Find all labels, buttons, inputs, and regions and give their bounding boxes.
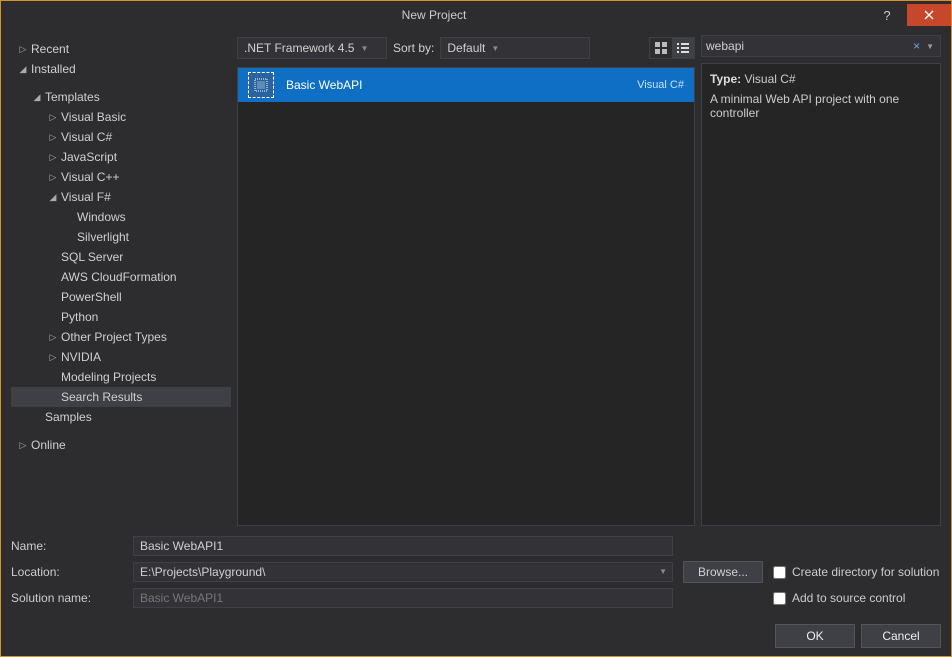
tree-label: Modeling Projects	[59, 370, 156, 384]
create-directory-label: Create directory for solution	[792, 565, 939, 579]
chevron-right-icon: ▷	[47, 332, 59, 343]
search-input[interactable]	[706, 39, 909, 53]
view-grid-button[interactable]	[650, 38, 672, 58]
template-icon	[248, 72, 274, 98]
tree-node-javascript[interactable]: ▷JavaScript	[11, 147, 231, 167]
chevron-right-icon: ▷	[17, 440, 29, 451]
tree-label: SQL Server	[59, 250, 123, 264]
cancel-button[interactable]: Cancel	[861, 624, 941, 648]
category-tree: ▷Recent ◢Installed ◢Templates ▷Visual Ba…	[11, 35, 231, 526]
tree-label: Python	[59, 310, 98, 324]
create-directory-checkbox[interactable]: Create directory for solution	[773, 565, 939, 579]
tree-node-samples[interactable]: Samples	[11, 407, 231, 427]
tree-label: Visual F#	[59, 190, 111, 204]
chevron-right-icon: ▷	[17, 44, 29, 55]
tree-node-silverlight[interactable]: Silverlight	[11, 227, 231, 247]
window-title: New Project	[1, 8, 867, 22]
titlebar: New Project ?	[1, 1, 951, 29]
tree-node-python[interactable]: Python	[11, 307, 231, 327]
chevron-right-icon: ▷	[47, 172, 59, 183]
dialog-footer: OK Cancel	[11, 612, 941, 648]
chevron-down-icon: ◢	[47, 192, 59, 203]
tree-node-other-project-types[interactable]: ▷Other Project Types	[11, 327, 231, 347]
chevron-right-icon: ▷	[47, 352, 59, 363]
solution-name-label: Solution name:	[11, 591, 133, 605]
template-item-basic-webapi[interactable]: Basic WebAPI Visual C#	[238, 68, 694, 102]
tree-node-modeling-projects[interactable]: Modeling Projects	[11, 367, 231, 387]
chevron-down-icon: ◢	[17, 64, 29, 75]
chevron-right-icon: ▷	[47, 152, 59, 163]
tree-label: Online	[29, 438, 66, 452]
new-project-dialog: New Project ? ▷Recent ◢Installed ◢Templa…	[0, 0, 952, 657]
tree-node-visual-fsharp[interactable]: ◢Visual F#	[11, 187, 231, 207]
ok-button[interactable]: OK	[775, 624, 855, 648]
template-details: Type: Visual C# A minimal Web API projec…	[701, 63, 941, 526]
project-form: Name: Location: ▼ Browse... Create direc…	[11, 526, 941, 648]
tree-node-windows[interactable]: Windows	[11, 207, 231, 227]
template-list[interactable]: Basic WebAPI Visual C#	[237, 67, 695, 526]
clear-search-button[interactable]: ×	[909, 39, 924, 53]
chevron-right-icon: ▷	[47, 112, 59, 123]
browse-button[interactable]: Browse...	[683, 561, 763, 583]
sortby-label: Sort by:	[393, 41, 434, 55]
tree-node-templates[interactable]: ◢Templates	[11, 87, 231, 107]
tree-label: Visual C++	[59, 170, 119, 184]
tree-label: Recent	[29, 42, 69, 56]
tree-node-visual-csharp[interactable]: ▷Visual C#	[11, 127, 231, 147]
source-control-label: Add to source control	[792, 591, 905, 605]
view-list-button[interactable]	[672, 38, 694, 58]
tree-label: NVIDIA	[59, 350, 101, 364]
tree-node-powershell[interactable]: PowerShell	[11, 287, 231, 307]
tree-node-aws-cloudformation[interactable]: AWS CloudFormation	[11, 267, 231, 287]
tree-node-nvidia[interactable]: ▷NVIDIA	[11, 347, 231, 367]
tree-node-visual-basic[interactable]: ▷Visual Basic	[11, 107, 231, 127]
chevron-down-icon: ▼	[491, 44, 499, 53]
tree-label: Search Results	[59, 390, 142, 404]
tree-label: Other Project Types	[59, 330, 167, 344]
tree-label: AWS CloudFormation	[59, 270, 177, 284]
template-panel: .NET Framework 4.5 ▼ Sort by: Default ▼	[237, 35, 695, 526]
template-toolbar: .NET Framework 4.5 ▼ Sort by: Default ▼	[237, 35, 695, 61]
chevron-down-icon: ▼	[360, 44, 368, 53]
source-control-checkbox[interactable]: Add to source control	[773, 591, 905, 605]
tree-label: Installed	[29, 62, 76, 76]
framework-value: .NET Framework 4.5	[244, 41, 354, 55]
tree-node-search-results[interactable]: Search Results	[11, 387, 231, 407]
details-panel: × ▼ Type: Visual C# A minimal Web API pr…	[701, 35, 941, 526]
tree-label: PowerShell	[59, 290, 122, 304]
name-input[interactable]	[133, 536, 673, 556]
framework-dropdown[interactable]: .NET Framework 4.5 ▼	[237, 37, 387, 59]
tree-label: Templates	[43, 90, 100, 104]
tree-node-installed[interactable]: ◢Installed	[11, 59, 231, 79]
template-name: Basic WebAPI	[286, 78, 637, 92]
location-input[interactable]	[133, 562, 673, 582]
type-label: Type:	[710, 72, 741, 86]
tree-label: JavaScript	[59, 150, 117, 164]
close-button[interactable]	[907, 4, 951, 26]
tree-label: Windows	[75, 210, 126, 224]
template-language: Visual C#	[637, 79, 684, 91]
help-button[interactable]: ?	[867, 8, 907, 23]
sortby-value: Default	[447, 41, 485, 55]
tree-node-visual-cpp[interactable]: ▷Visual C++	[11, 167, 231, 187]
tree-node-online[interactable]: ▷Online	[11, 435, 231, 455]
template-description: A minimal Web API project with one contr…	[710, 92, 932, 120]
chevron-right-icon: ▷	[47, 132, 59, 143]
view-mode-buttons	[649, 37, 695, 59]
tree-node-sql-server[interactable]: SQL Server	[11, 247, 231, 267]
sortby-dropdown[interactable]: Default ▼	[440, 37, 590, 59]
tree-label: Visual C#	[59, 130, 112, 144]
tree-label: Samples	[43, 410, 92, 424]
search-box[interactable]: × ▼	[701, 35, 941, 57]
tree-node-recent[interactable]: ▷Recent	[11, 39, 231, 59]
type-value: Visual C#	[744, 72, 795, 86]
location-label: Location:	[11, 565, 133, 579]
name-label: Name:	[11, 539, 133, 553]
solution-name-input	[133, 588, 673, 608]
chevron-down-icon: ◢	[31, 92, 43, 103]
tree-label: Silverlight	[75, 230, 129, 244]
search-options-button[interactable]: ▼	[924, 42, 936, 51]
tree-label: Visual Basic	[59, 110, 126, 124]
